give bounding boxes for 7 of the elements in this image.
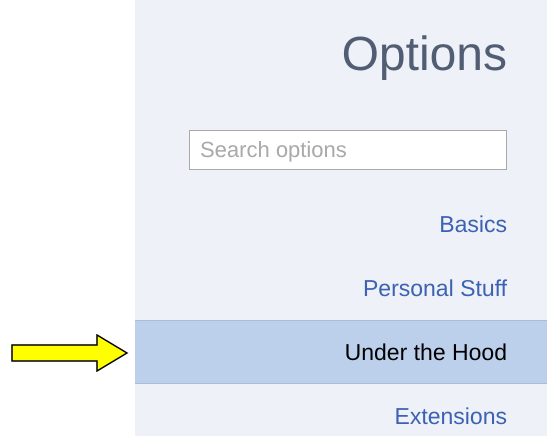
- search-field[interactable]: Search options: [189, 130, 507, 170]
- arrow-icon: [11, 334, 129, 372]
- page-title: Options: [340, 27, 508, 83]
- nav-item[interactable]: Under the Hood: [135, 320, 547, 384]
- nav-item[interactable]: Extensions: [135, 384, 547, 436]
- nav-item[interactable]: Basics: [135, 192, 547, 256]
- nav-item[interactable]: Personal Stuff: [135, 256, 547, 320]
